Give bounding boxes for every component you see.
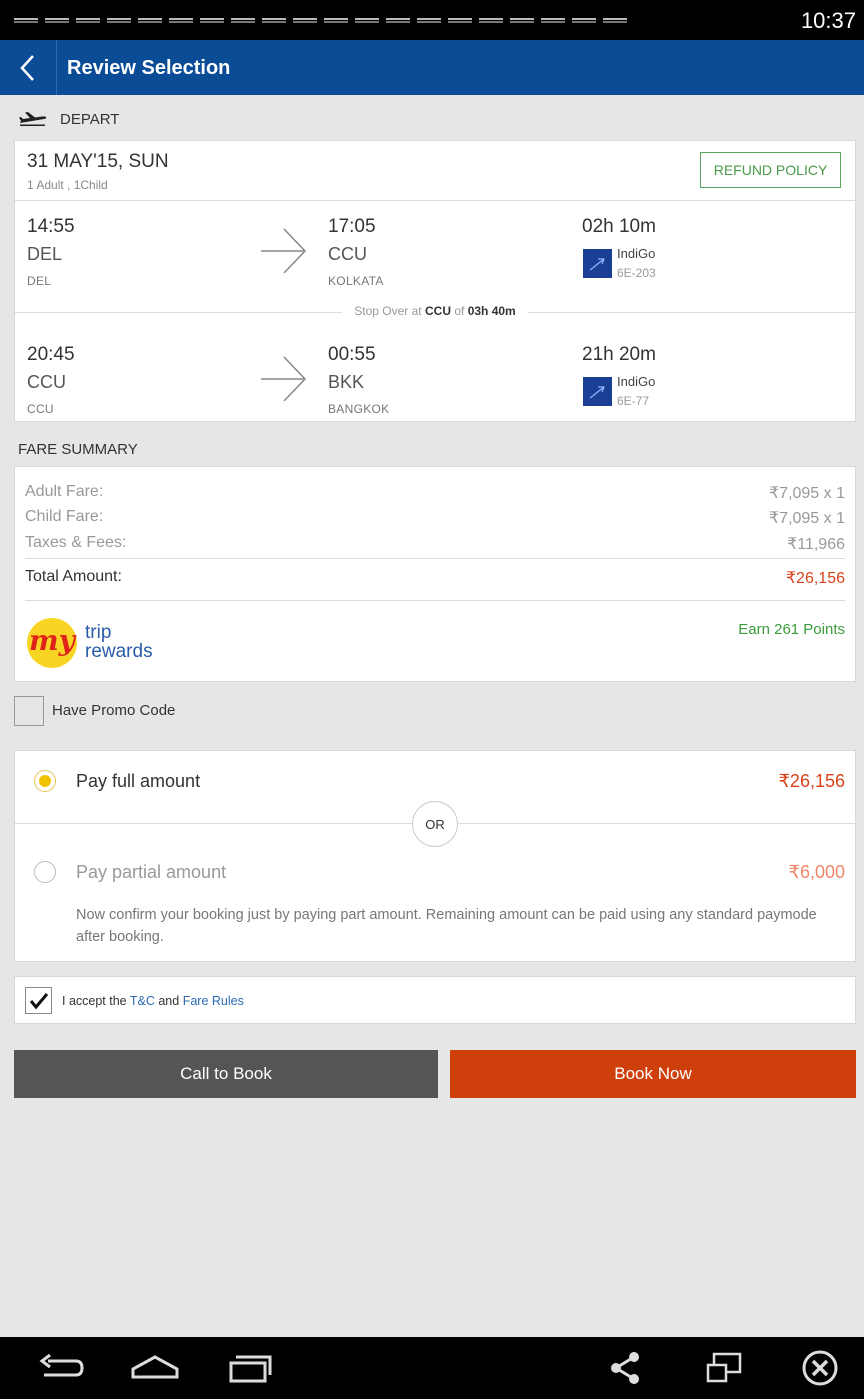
logo-trip-text: trip <box>85 622 111 643</box>
fare-summary-card: Adult Fare: ₹7,095 x 1 Child Fare: ₹7,09… <box>14 466 856 682</box>
fare-label: Taxes & Fees: <box>25 534 127 551</box>
departure-city: DEL <box>27 274 52 288</box>
fare-row-taxes: Taxes & Fees: ₹11,966 <box>25 534 845 553</box>
book-now-button[interactable]: Book Now <box>450 1050 856 1098</box>
airline-logo-icon <box>583 377 612 406</box>
accept-terms-card: I accept the T&C and Fare Rules <box>14 976 856 1024</box>
system-nav-bar <box>0 1337 864 1399</box>
call-to-book-button[interactable]: Call to Book <box>14 1050 438 1098</box>
pay-partial-label[interactable]: Pay partial amount <box>76 862 226 883</box>
arrival-code: CCU <box>328 244 367 264</box>
departure-code: CCU <box>27 372 66 392</box>
arrival-time: 00:55 <box>328 344 376 365</box>
airline-name: IndiGo <box>617 246 656 261</box>
departure-city: CCU <box>27 402 54 416</box>
flight-number: 6E-203 <box>617 266 656 280</box>
arrival-city: BANGKOK <box>328 402 390 416</box>
depart-label: DEPART <box>60 111 120 128</box>
fare-value: ₹7,095 x 1 <box>768 485 845 502</box>
stopover-of: of <box>454 304 465 318</box>
status-bar: 10:37 <box>0 0 864 40</box>
fare-label: Child Fare: <box>25 508 104 525</box>
logo-my-text: my <box>29 624 77 657</box>
arrow-right-icon <box>261 356 307 402</box>
arrival-time: 17:05 <box>328 216 376 237</box>
pay-partial-radio[interactable] <box>34 861 56 883</box>
window-icon[interactable] <box>704 1351 744 1385</box>
departure-code: DEL <box>27 244 63 264</box>
accept-terms-checkbox[interactable] <box>25 987 52 1014</box>
fare-rules-link[interactable]: Fare Rules <box>183 994 244 1008</box>
airline-logo-icon <box>583 249 612 278</box>
stopover-info: Stop Over at CCU of 03h 40m <box>15 304 855 318</box>
status-time: 10:37 <box>800 8 856 33</box>
accept-and: and <box>158 994 180 1008</box>
pay-full-label[interactable]: Pay full amount <box>76 771 200 792</box>
plane-icon <box>19 112 47 126</box>
pay-full-radio[interactable] <box>34 770 56 792</box>
pay-partial-amount: ₹6,000 <box>788 862 846 882</box>
back-button[interactable] <box>0 40 57 95</box>
tc-link[interactable]: T&C <box>130 994 155 1008</box>
notification-icons <box>14 18 627 23</box>
divider <box>25 600 845 601</box>
logo-rewards-text: rewards <box>85 641 153 662</box>
departure-time: 14:55 <box>27 216 75 237</box>
fare-label: Adult Fare: <box>25 483 104 500</box>
accept-terms-text: I accept the T&C and Fare Rules <box>62 994 244 1008</box>
departure-time: 20:45 <box>27 344 75 365</box>
flight-segment: 14:55 DEL DEL 17:05 CCU KOLKATA 02h 10m … <box>15 201 855 301</box>
checkmark-icon <box>29 992 48 1009</box>
payment-options-card: Pay full amount ₹26,156 OR Pay partial a… <box>14 750 856 962</box>
arrow-right-icon <box>261 228 307 274</box>
divider <box>25 558 845 559</box>
fare-row-child: Child Fare: ₹7,095 x 1 <box>25 508 845 527</box>
close-icon[interactable] <box>800 1348 840 1388</box>
pay-full-amount: ₹26,156 <box>778 771 845 791</box>
stopover-prefix: Stop Over at <box>354 304 422 318</box>
total-label: Total Amount: <box>25 568 122 585</box>
total-value: ₹26,156 <box>785 570 845 587</box>
mytrip-rewards-logo: trip rewards my <box>25 612 185 675</box>
fare-value: ₹11,966 <box>787 536 845 553</box>
stopover-duration: 03h 40m <box>467 304 516 318</box>
refund-policy-button[interactable]: REFUND POLICY <box>700 152 841 188</box>
accept-prefix: I accept the <box>62 994 127 1008</box>
earn-points: Earn 261 Points <box>738 621 845 638</box>
back-icon[interactable] <box>36 1351 86 1385</box>
flight-card: 31 MAY'15, SUN 1 Adult , 1Child REFUND P… <box>14 140 856 422</box>
flight-number: 6E-77 <box>617 394 650 408</box>
arrival-city: KOLKATA <box>328 274 384 288</box>
arrival-code: BKK <box>328 372 365 392</box>
share-icon[interactable] <box>608 1351 644 1385</box>
airline-name: IndiGo <box>617 374 656 389</box>
recent-apps-icon[interactable] <box>228 1351 272 1385</box>
flight-segment: 20:45 CCU CCU 00:55 BKK BANGKOK 21h 20m … <box>15 329 855 429</box>
fare-value: ₹7,095 x 1 <box>768 510 845 527</box>
or-separator: OR <box>412 801 458 847</box>
promo-code-label: Have Promo Code <box>52 702 176 719</box>
stopover-place: CCU <box>424 304 451 318</box>
flight-duration: 02h 10m <box>582 216 656 237</box>
app-bar: Review Selection <box>0 40 864 95</box>
home-icon[interactable] <box>130 1351 180 1385</box>
travel-date: 31 MAY'15, SUN <box>27 151 169 172</box>
page-title: Review Selection <box>67 57 231 79</box>
passenger-count: 1 Adult , 1Child <box>27 178 108 192</box>
promo-code-checkbox[interactable] <box>14 696 44 726</box>
flight-duration: 21h 20m <box>582 344 656 365</box>
fare-row-total: Total Amount: ₹26,156 <box>25 568 845 587</box>
fare-row-adult: Adult Fare: ₹7,095 x 1 <box>25 483 845 502</box>
chevron-left-icon <box>20 54 34 81</box>
fare-summary-title: FARE SUMMARY <box>18 441 138 458</box>
partial-payment-description: Now confirm your booking just by paying … <box>76 907 817 945</box>
